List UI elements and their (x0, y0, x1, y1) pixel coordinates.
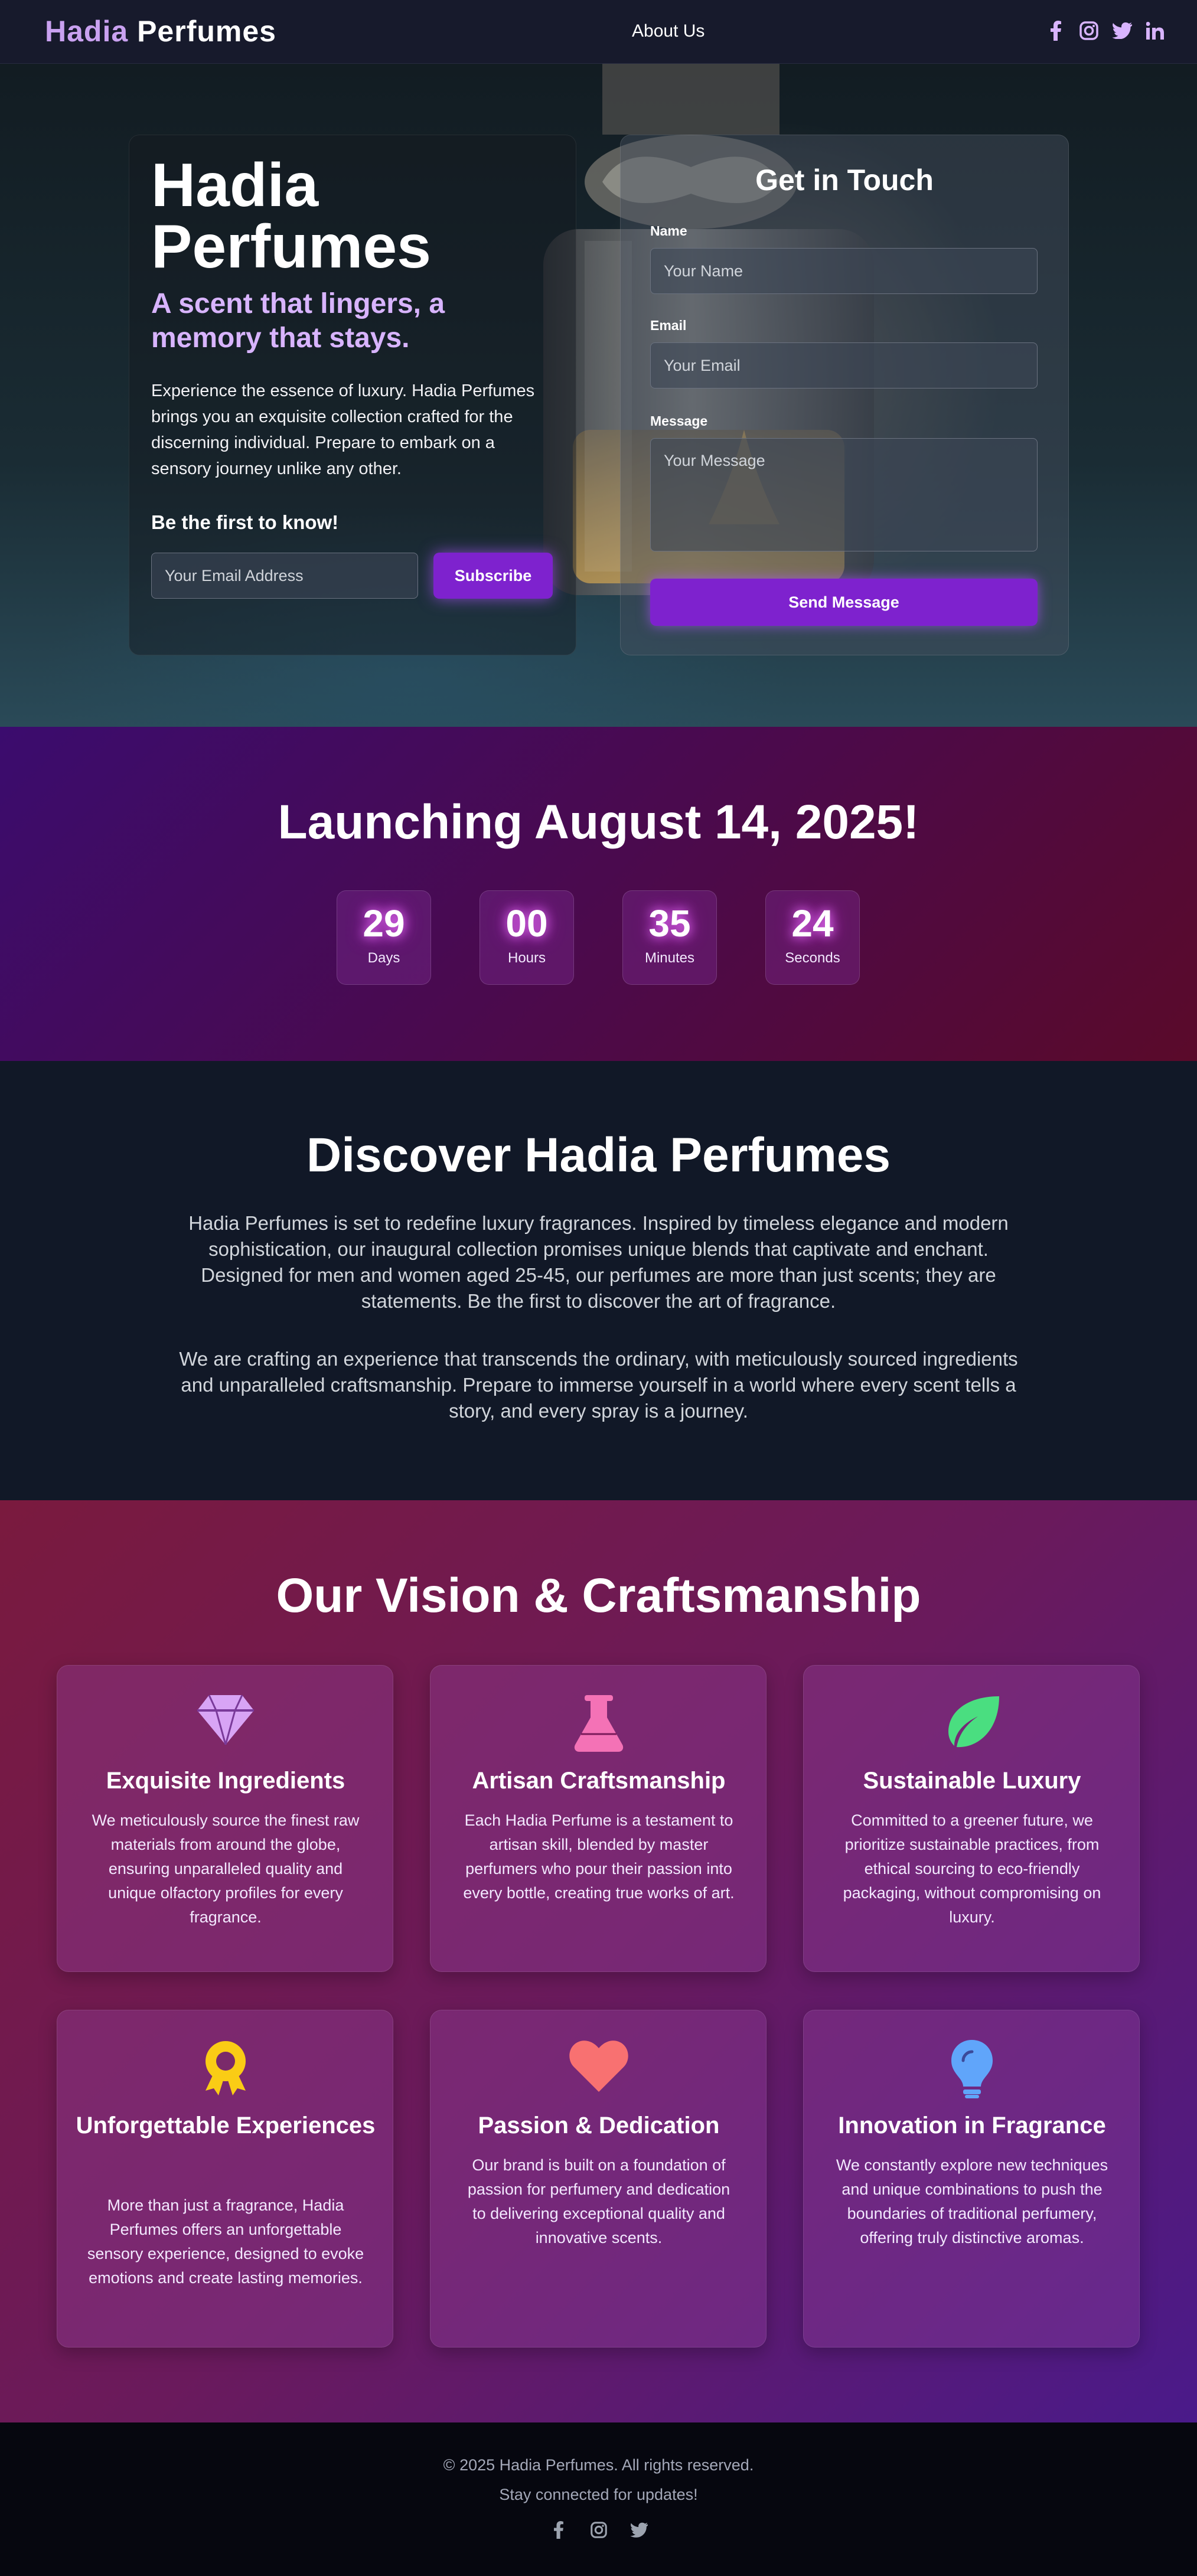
site-logo[interactable]: Hadia Perfumes (45, 14, 276, 48)
vision-card-text: Our brand is built on a foundation of pa… (467, 2156, 730, 2247)
newsletter-heading: Be the first to know! (151, 511, 339, 533)
countdown-minutes-value: 35 (648, 902, 691, 945)
email-field[interactable]: Your Email (650, 342, 1038, 388)
countdown-hours-label: Hours (507, 950, 546, 966)
heart-icon (569, 2040, 628, 2092)
footer-social-links (0, 2520, 1197, 2540)
message-label: Message (650, 413, 708, 429)
vision-card-text: Each Hadia Perfume is a testament to art… (463, 1811, 735, 1902)
footer-stay-connected: Stay connected for updates! (499, 2486, 698, 2503)
hero-title: Hadia Perfumes (151, 151, 431, 281)
twitter-icon[interactable] (629, 2520, 649, 2540)
vision-card-experiences: Unforgettable Experiences More than just… (57, 2010, 393, 2348)
hero-tagline: A scent that lingers, a memory that stay… (151, 288, 445, 354)
lightbulb-icon (951, 2040, 993, 2098)
gem-icon (197, 1695, 254, 1745)
name-field[interactable]: Your Name (650, 248, 1038, 294)
about-us-link[interactable]: About Us (632, 21, 704, 41)
instagram-icon[interactable] (589, 2520, 609, 2540)
launch-title: Launching August 14, 2025! (278, 795, 919, 849)
logo-first-word: Hadia (45, 15, 129, 48)
logo-second-word: Perfumes (137, 15, 276, 48)
vision-card-ingredients: Exquisite Ingredients We meticulously so… (57, 1665, 393, 1972)
vision-card-text: More than just a fragrance, Hadia Perfum… (87, 2196, 364, 2287)
subscribe-button[interactable]: Subscribe (433, 553, 553, 599)
vision-card-text: Committed to a greener future, we priori… (843, 1811, 1101, 1926)
send-message-button[interactable]: Send Message (650, 579, 1038, 626)
top-nav: Hadia Perfumes About Us (0, 0, 1197, 64)
leaf-icon (948, 1696, 999, 1748)
vision-card-title: Innovation in Fragrance (838, 2113, 1106, 2138)
vision-card-passion: Passion & Dedication Our brand is built … (430, 2010, 767, 2348)
countdown-days-label: Days (367, 950, 400, 966)
vision-card-title: Passion & Dedication (478, 2113, 720, 2138)
linkedin-icon[interactable] (1145, 19, 1165, 42)
facebook-icon[interactable] (1046, 19, 1066, 42)
vision-card-craftsmanship: Artisan Craftsmanship Each Hadia Perfume… (430, 1665, 767, 1972)
contact-form-card (620, 135, 1069, 655)
nav-social-links (1046, 19, 1165, 42)
twitter-icon[interactable] (1112, 19, 1132, 42)
flask-icon (574, 1695, 624, 1752)
vision-card-innovation: Innovation in Fragrance We constantly ex… (803, 2010, 1140, 2348)
vision-card-title: Artisan Craftsmanship (472, 1768, 726, 1794)
countdown-minutes-label: Minutes (644, 950, 695, 966)
countdown-days-value: 29 (363, 902, 405, 945)
award-icon (206, 2041, 246, 2095)
hero-description: Experience the essence of luxury. Hadia … (151, 381, 535, 478)
countdown-hours-value: 00 (505, 902, 548, 945)
contact-form-title: Get in Touch (755, 164, 934, 197)
footer-copyright: © 2025 Hadia Perfumes. All rights reserv… (443, 2456, 754, 2474)
email-label: Email (650, 318, 687, 333)
countdown-seconds: 24 Seconds (765, 890, 860, 985)
vision-card-title: Sustainable Luxury (863, 1768, 1081, 1794)
instagram-icon[interactable] (1079, 19, 1099, 42)
message-field[interactable]: Your Message (650, 438, 1038, 551)
discover-title: Discover Hadia Perfumes (306, 1128, 891, 1182)
discover-paragraph-2: We are crafting an experience that trans… (179, 1348, 1018, 1422)
countdown-days: 29 Days (337, 890, 431, 985)
vision-title: Our Vision & Craftsmanship (276, 1569, 921, 1622)
countdown-minutes: 35 Minutes (622, 890, 717, 985)
countdown-hours: 00 Hours (480, 890, 574, 985)
countdown-seconds-value: 24 (791, 902, 834, 945)
vision-card-title: Exquisite Ingredients (106, 1768, 345, 1794)
newsletter-email-input[interactable]: Your Email Address (151, 553, 418, 599)
vision-card-text: We meticulously source the finest raw ma… (92, 1811, 360, 1926)
countdown-seconds-label: Seconds (785, 950, 840, 966)
vision-card-text: We constantly explore new techniques and… (836, 2156, 1108, 2247)
vision-card-sustainable: Sustainable Luxury Committed to a greene… (803, 1665, 1140, 1972)
discover-paragraph-1: Hadia Perfumes is set to redefine luxury… (188, 1212, 1009, 1312)
vision-card-title: Unforgettable Experiences (76, 2113, 376, 2138)
countdown-section (0, 727, 1197, 1061)
facebook-icon[interactable] (549, 2520, 569, 2540)
name-label: Name (650, 223, 687, 239)
